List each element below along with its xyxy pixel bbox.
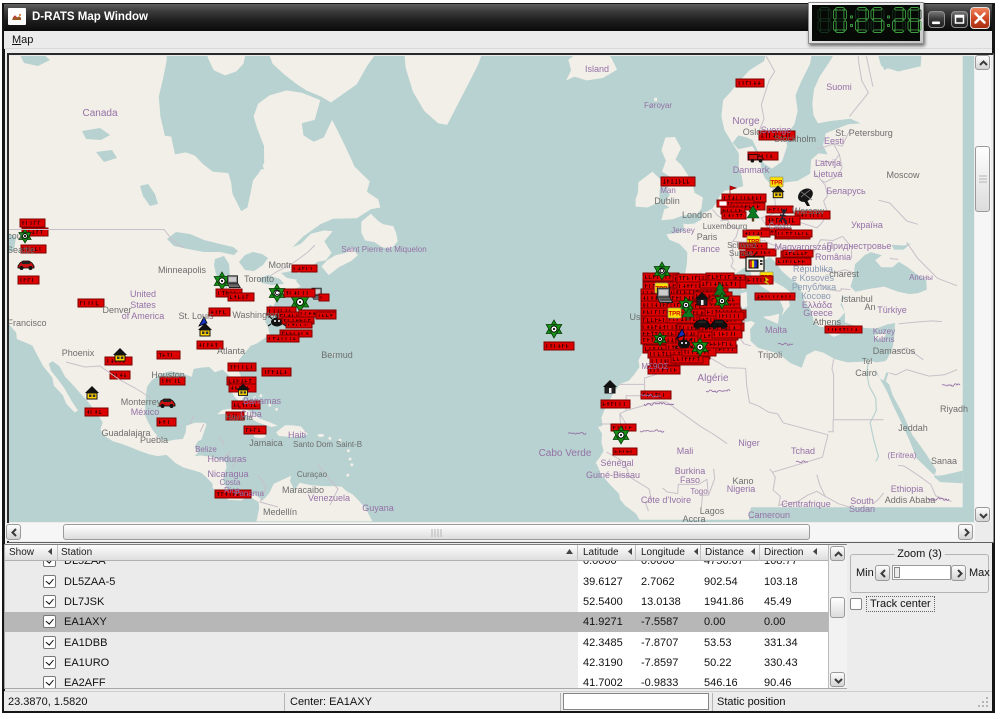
svg-text:Приднестровье: Приднестровье [827,241,892,251]
svg-text:Centrafrique: Centrafrique [781,499,831,509]
svg-text:Minneapolis: Minneapolis [158,265,207,275]
svg-text:Guiné-Bissau: Guiné-Bissau [586,470,640,480]
svg-text:Francisco: Francisco [9,318,47,328]
svg-text:Jeddah: Jeddah [898,423,928,433]
svg-text:Maracaibo: Maracaibo [282,485,324,495]
svg-text:Damascus: Damascus [873,346,916,356]
svg-text:Honduras: Honduras [207,454,247,464]
svg-text:of America: of America [122,311,165,321]
svg-text:Monterrey: Monterrey [121,397,162,407]
svg-text:United: United [130,289,156,299]
svg-text:Moscow: Moscow [886,170,920,180]
svg-text:Haiti: Haiti [288,430,306,440]
svg-text:Magyarország: Magyarország [774,242,831,252]
svg-text:ΜΣ9ΟΣ: ΜΣ9ΟΣ [641,362,668,371]
svg-text:Atlanta: Atlanta [217,346,245,356]
svg-text:Беларусь: Беларусь [826,186,866,196]
svg-text:Montr: Montr [268,260,291,270]
svg-text:Bermud: Bermud [321,350,353,360]
svg-text:Luxembourg: Luxembourg [703,222,747,231]
svg-text:Føroyar: Føroyar [644,101,672,110]
svg-text:TPR: TPR [771,181,784,187]
svg-text:London: London [682,210,712,220]
svg-text:Jersey: Jersey [671,226,695,235]
svg-text:Belize: Belize [195,445,217,454]
svg-text:Sénégal: Sénégal [600,458,633,468]
svg-text:Cameroun: Cameroun [748,510,790,520]
svg-text:Tripoli: Tripoli [758,350,782,360]
svg-text:Eesti: Eesti [824,136,844,146]
svg-text:Latvija: Latvija [815,158,841,168]
svg-text:México: México [131,407,160,417]
svg-text:Norge: Norge [732,116,760,127]
svg-text:C: C [275,291,280,297]
svg-text:Stockholm: Stockholm [774,134,816,144]
svg-text:România: România [815,252,851,262]
svg-text:(Eritrea): (Eritrea) [888,451,917,460]
svg-text:Mali: Mali [677,446,694,456]
svg-text:Santo Dom: Santo Dom [293,440,333,449]
svg-text:Україна: Україна [851,220,883,230]
svg-text:Sudan: Sudan [849,504,875,514]
svg-text:Paris: Paris [697,232,718,242]
svg-text:Kıbrıs: Kıbrıs [874,335,895,344]
svg-text:Sanaa: Sanaa [931,456,957,466]
svg-text:St. Louis: St. Louis [178,311,214,321]
svg-text:Accra: Accra [682,514,705,522]
svg-text:Côte d'Ivoire: Côte d'Ivoire [641,495,691,505]
svg-text:Man: Man [660,186,676,195]
svg-text:Tchad: Tchad [791,446,815,456]
svg-text:Algérie: Algérie [697,373,729,384]
svg-text:Island: Island [585,64,609,74]
svg-text:Togo: Togo [690,487,708,496]
svg-text:Saint-B: Saint-B [336,440,362,449]
svg-text:Riyadh: Riyadh [940,404,968,414]
svg-text:TPR: TPR [669,312,682,318]
svg-text:Medellín: Medellín [263,507,297,517]
svg-text:Faso: Faso [680,475,700,485]
svg-text:Bahamas: Bahamas [243,396,282,406]
svg-text:D: D [660,269,665,275]
svg-text:Houston: Houston [151,370,185,380]
svg-text:Jamaica: Jamaica [249,438,283,448]
svg-text:Türkiye: Türkiye [877,305,907,315]
svg-text:Nigeria: Nigeria [727,484,756,494]
svg-text:Danmark: Danmark [733,165,770,175]
svg-text:Toronto: Toronto [244,274,274,284]
svg-text:Niger: Niger [738,438,760,448]
svg-text:Phoenix: Phoenix [62,348,95,358]
svg-text:Tel: Tel [862,357,872,366]
svg-text:Ethiopia: Ethiopia [891,484,924,494]
svg-text:Cabo Verde: Cabo Verde [539,448,592,459]
svg-text:France: France [692,244,720,254]
svg-text:Seattle: Seattle [9,245,35,255]
svg-text:Warsaw: Warsaw [792,206,825,216]
svg-text:Guyana: Guyana [362,503,394,513]
svg-text:Panama: Panama [234,489,264,498]
svg-text:Addis Ababa: Addis Ababa [885,495,936,505]
svg-text:Suomi: Suomi [826,82,852,92]
svg-text:Česko: Česko [769,222,792,231]
svg-text:Puebla: Puebla [140,435,168,445]
svg-text:Havana: Havana [225,413,253,422]
svg-text:States: States [130,300,156,310]
svg-text:Us: Us [630,312,641,322]
svg-text:Washington: Washington [232,310,279,320]
svg-text:Malta: Malta [765,325,787,335]
svg-text:Lietuva: Lietuva [813,169,842,179]
svg-text:Апсны: Апсны [909,273,933,282]
svg-text:Athens: Athens [813,317,842,327]
svg-text:Oslo: Oslo [743,127,762,137]
svg-text:Saint Pierre et Miquelon: Saint Pierre et Miquelon [341,245,426,254]
svg-text:Cairo: Cairo [855,368,877,378]
svg-text:Dublin: Dublin [654,196,680,206]
svg-text:An: An [864,302,875,312]
svg-text:Curaçao: Curaçao [297,470,328,479]
svg-text:Canada: Canada [82,108,117,119]
svg-text:ncou: ncou [9,231,22,241]
svg-text:Suisse: Suisse [729,249,754,258]
